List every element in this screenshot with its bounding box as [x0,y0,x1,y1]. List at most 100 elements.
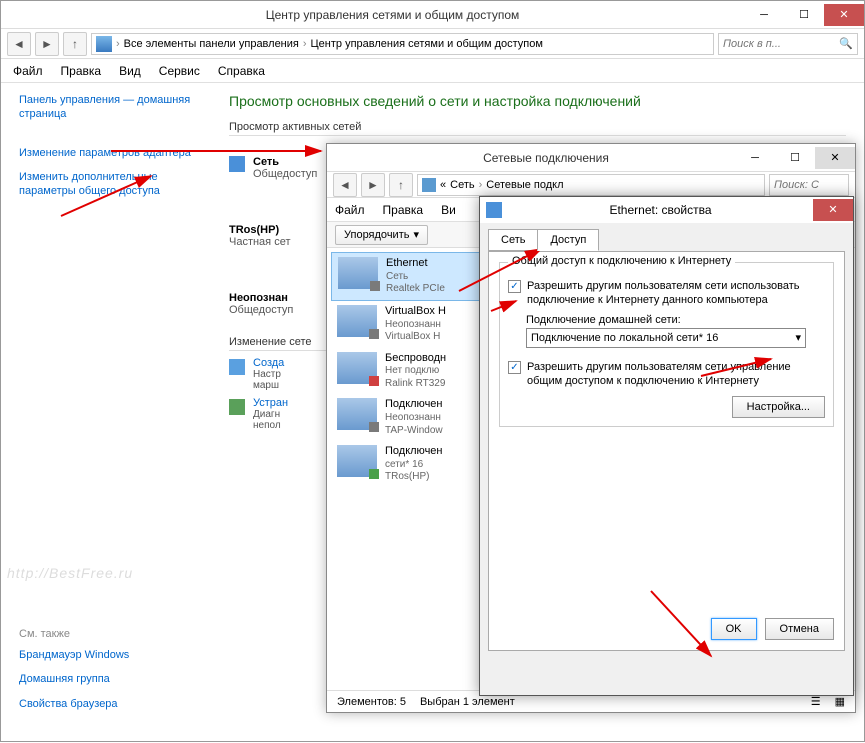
minimize-button[interactable]: ─ [735,147,775,169]
diag-title: Устран [253,397,288,409]
search-input[interactable] [774,179,844,191]
search-box[interactable]: 🔍 [718,33,858,55]
network-type: Частная сет [229,236,290,248]
maximize-button[interactable]: ☐ [784,4,824,26]
view-tiles-icon[interactable]: ▦ [835,695,845,708]
conn-sub: VirtualBox H [385,331,446,344]
create-sub: марш [253,380,284,391]
chevron-down-icon: ▾ [413,228,419,241]
back-button[interactable]: ◄ [333,173,357,197]
forward-button[interactable]: ► [35,32,59,56]
adapter-icon [486,202,502,218]
sidebar-browser-props[interactable]: Свойства браузера [19,697,129,711]
conn-sub: Ralink RT329 [385,378,446,391]
wireless-adapter-icon [337,352,377,384]
close-button[interactable]: ✕ [813,199,853,221]
main-title: Центр управления сетями и общим доступом [41,8,744,22]
conn-name: Ethernet [386,257,445,271]
ok-button[interactable]: OK [711,618,757,640]
diag-sub: непол [253,420,288,431]
chevron-right-icon: ► [41,37,53,51]
menu-tools[interactable]: Сервис [159,64,200,78]
conn-sub: Сеть [386,271,445,284]
combo-value: Подключение по локальной сети* 16 [531,332,718,344]
back-button[interactable]: ◄ [7,32,31,56]
cancel-button[interactable]: Отмена [765,618,834,640]
new-connection-icon [229,359,245,375]
watermark: http://BestFree.ru [7,565,133,581]
adapter-icon [337,305,377,337]
menu-file[interactable]: Файл [13,64,43,78]
conn-name: VirtualBox H [385,305,446,319]
breadcrumb-item[interactable]: Сеть [450,179,474,191]
conn-sub: TAP-Window [385,425,443,438]
view-details-icon[interactable]: ☰ [811,695,821,708]
close-button[interactable]: ✕ [824,4,864,26]
conn-sub: Нет подклю [385,365,446,378]
breadcrumb[interactable]: « Сеть › Сетевые подкл [417,174,765,196]
create-title: Созда [253,357,284,369]
chevron-right-icon: › [116,38,120,50]
chevron-right-icon: › [479,179,483,191]
maximize-button[interactable]: ☐ [775,147,815,169]
chevron-left-icon: ◄ [13,37,25,51]
up-button[interactable]: ↑ [63,32,87,56]
search-icon: 🔍 [839,37,853,50]
conn-sub: Неопознанн [385,319,446,332]
menu-view[interactable]: Вид [119,64,141,78]
breadcrumb-item[interactable]: Сетевые подкл [486,179,563,191]
allow-sharing-row[interactable]: ✓ Разрешить другим пользователям сети ис… [508,279,825,308]
props-title: Ethernet: свойства [508,203,813,217]
sidebar-firewall[interactable]: Брандмауэр Windows [19,648,129,662]
tab-network[interactable]: Сеть [488,229,538,251]
network-name: Сеть [253,156,317,168]
sidebar-home[interactable]: Панель управления — домашняя страница [19,93,193,122]
tab-access[interactable]: Доступ [537,229,599,251]
diag-sub: Диагн [253,409,288,420]
organize-button[interactable]: Упорядочить ▾ [335,225,428,245]
menu-edit[interactable]: Правка [61,64,102,78]
sidebar-sharing-settings[interactable]: Изменить дополнительные параметры общего… [19,170,193,199]
conn-sub: сети* 16 [385,459,443,472]
conn-name: Подключен [385,445,443,459]
item-count: Элементов: 5 [337,696,406,708]
see-also-header: См. также [19,628,129,640]
search-input[interactable] [723,38,839,50]
home-network-combo[interactable]: Подключение по локальной сети* 16 ▾ [526,328,806,348]
troubleshoot-icon [229,399,245,415]
breadcrumb-item[interactable]: Все элементы панели управления [124,38,299,50]
up-button[interactable]: ↑ [389,173,413,197]
conn-sub: TRos(HP) [385,471,443,484]
minimize-button[interactable]: ─ [744,4,784,26]
ethernet-properties-window: Ethernet: свойства ✕ Сеть Доступ Общий д… [479,196,854,696]
search-box[interactable] [769,174,849,196]
sidebar-homegroup[interactable]: Домашняя группа [19,672,129,686]
access-tab-panel: Общий доступ к подключению к Интернету ✓… [488,251,845,651]
allow-control-row[interactable]: ✓ Разрешить другим пользователям сети уп… [508,360,825,389]
settings-button[interactable]: Настройка... [732,396,825,418]
close-button[interactable]: ✕ [815,147,855,169]
main-address-bar: ◄ ► ↑ › Все элементы панели управления ›… [1,29,864,59]
breadcrumb-item[interactable]: Центр управления сетями и общим доступом [311,38,543,50]
adapter-icon [337,398,377,430]
conn-sub: Realtek PCIe [386,283,445,296]
sidebar-adapter-settings[interactable]: Изменение параметров адаптера [19,146,193,160]
main-titlebar: Центр управления сетями и общим доступом… [1,1,864,29]
allow-control-label: Разрешить другим пользователям сети упра… [527,360,825,389]
menu-view[interactable]: Ви [441,203,456,217]
conn-sub: Неопознанн [385,412,443,425]
conn-titlebar: Сетевые подключения ─ ☐ ✕ [327,144,855,172]
tab-strip: Сеть Доступ [480,223,853,251]
menu-help[interactable]: Справка [218,64,265,78]
checkbox-icon[interactable]: ✓ [508,280,521,293]
menu-edit[interactable]: Правка [383,203,424,217]
chevron-right-icon: › [303,38,307,50]
menu-file[interactable]: Файл [335,203,365,217]
main-menubar: Файл Правка Вид Сервис Справка [1,59,864,83]
breadcrumb[interactable]: › Все элементы панели управления › Центр… [91,33,714,55]
ics-group: Общий доступ к подключению к Интернету ✓… [499,262,834,427]
forward-button[interactable]: ► [361,173,385,197]
chevron-down-icon: ▾ [795,331,801,344]
conn-name: Беспроводн [385,352,446,366]
checkbox-icon[interactable]: ✓ [508,361,521,374]
